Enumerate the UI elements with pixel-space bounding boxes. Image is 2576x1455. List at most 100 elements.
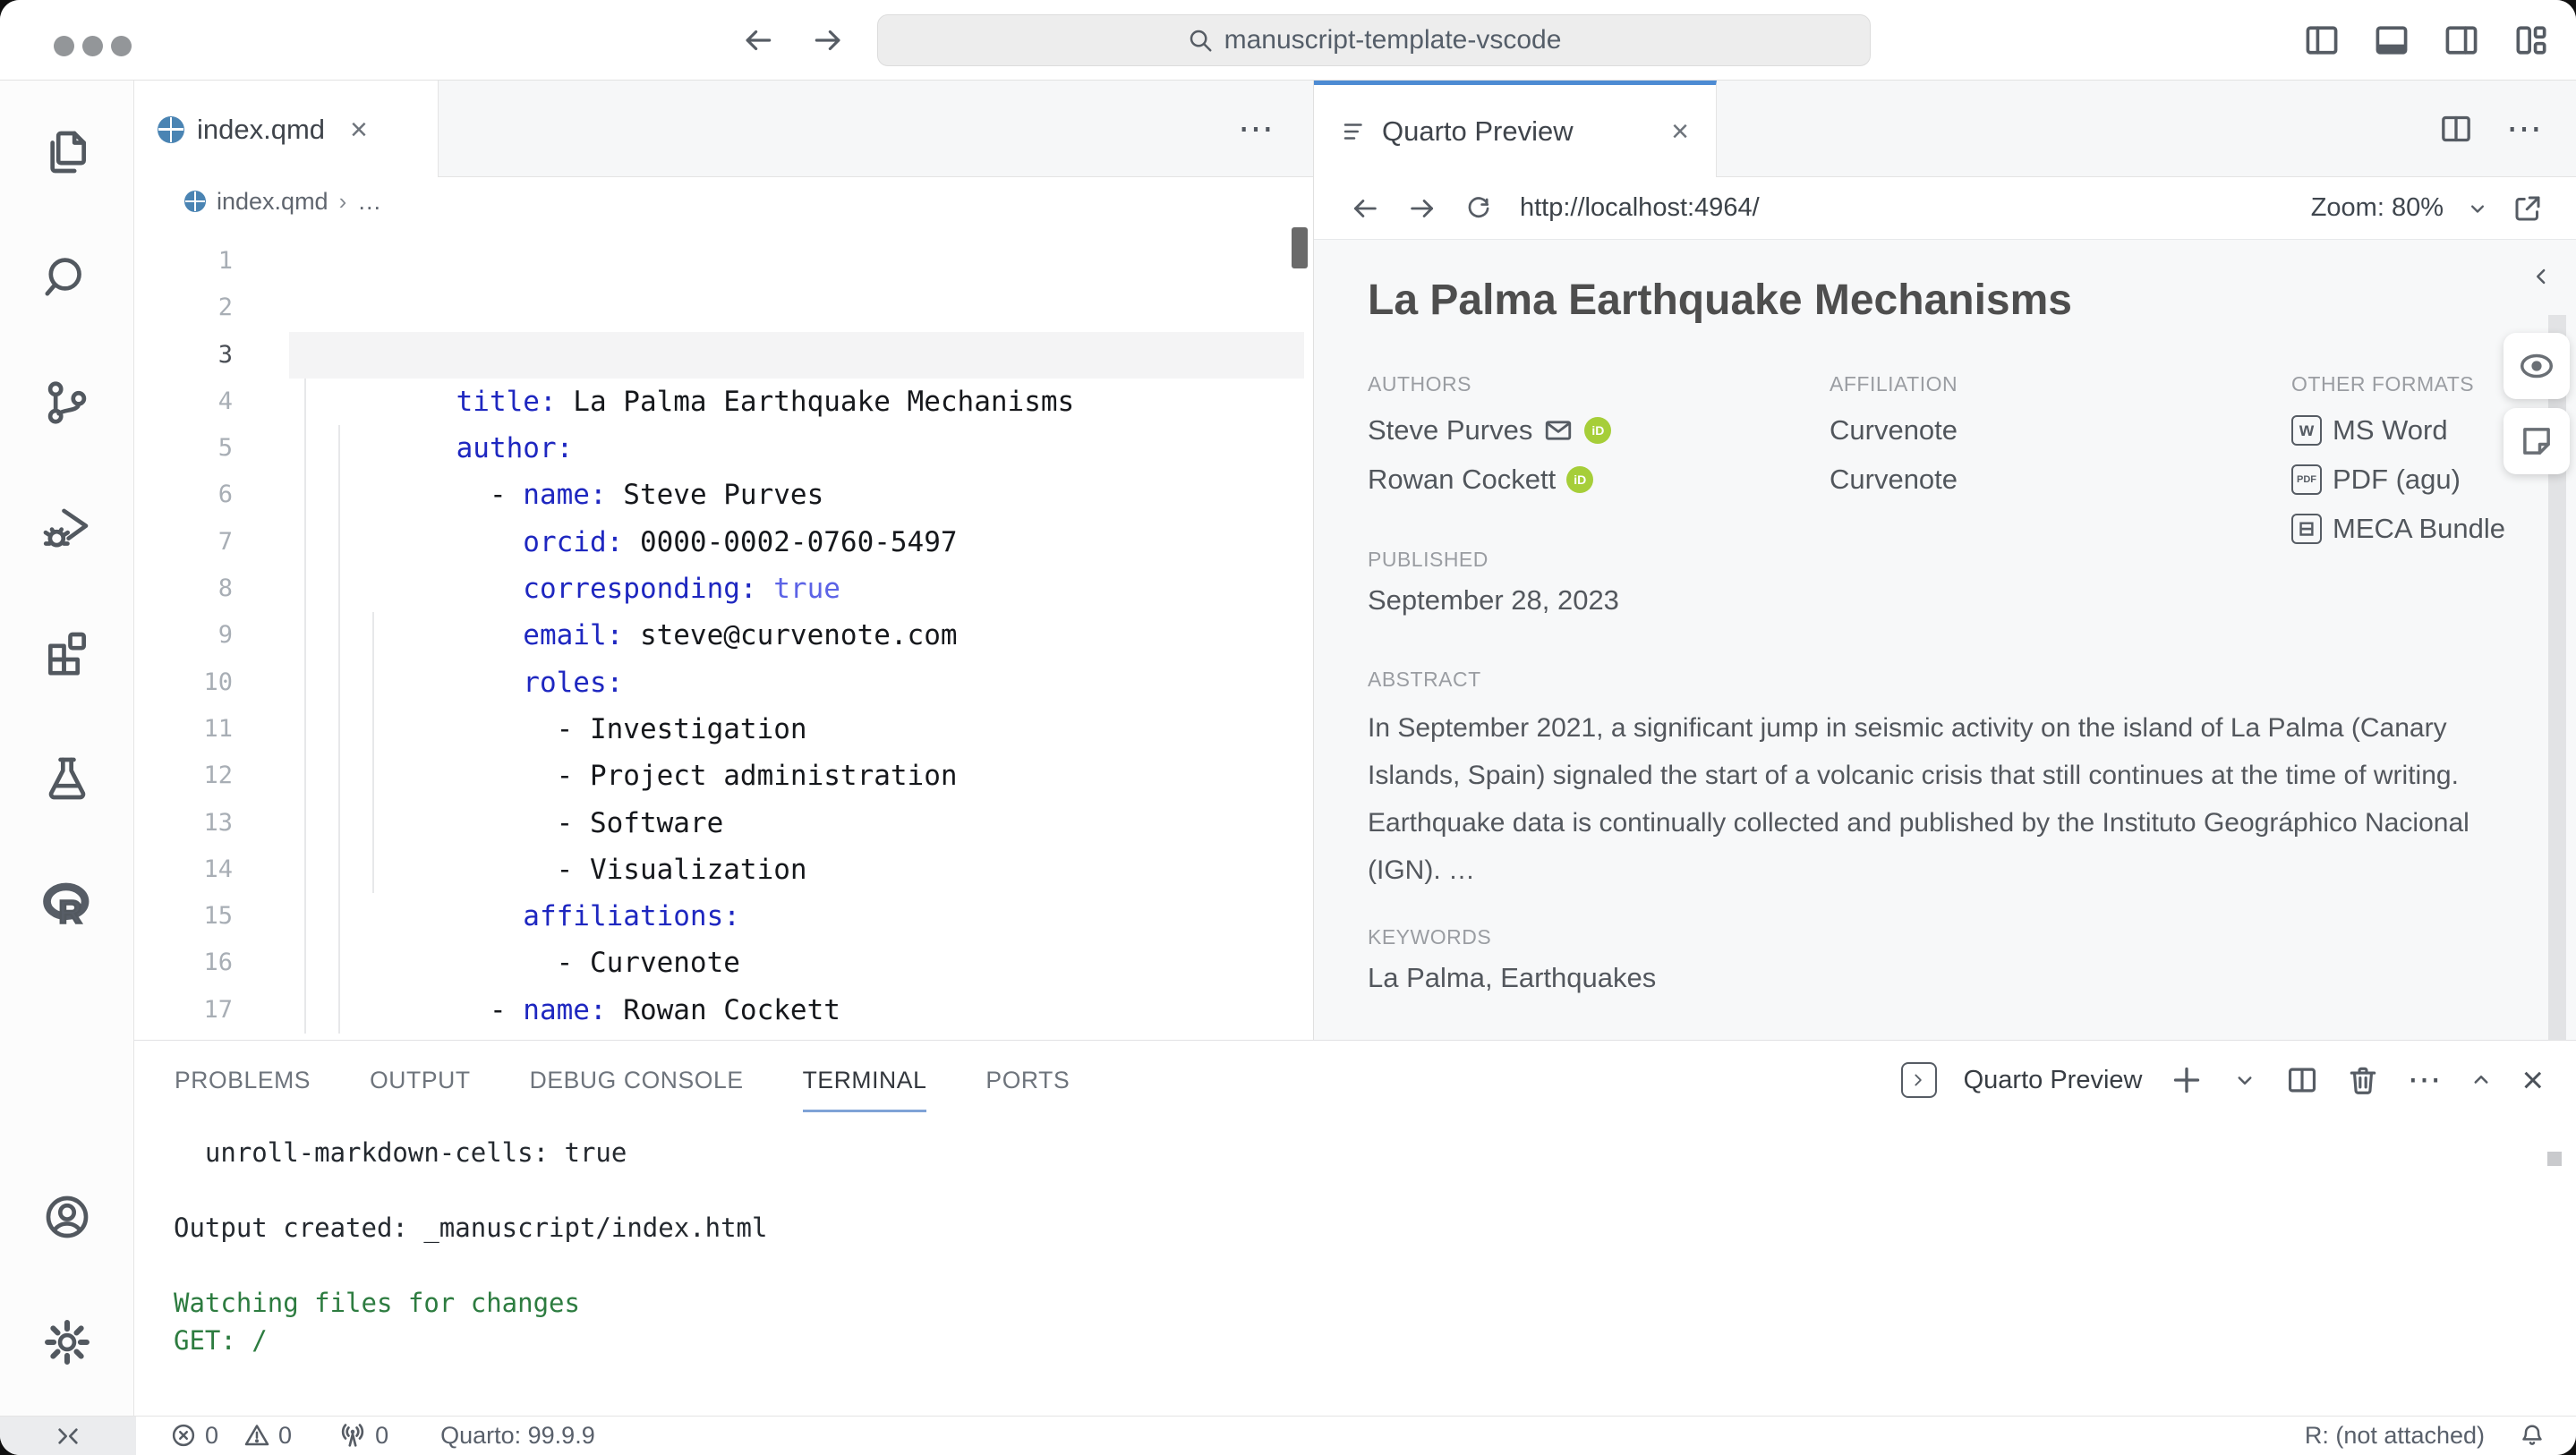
panel-tab[interactable]: PORTS bbox=[985, 1041, 1070, 1119]
open-external-icon[interactable] bbox=[2512, 192, 2544, 225]
close-window-button[interactable] bbox=[54, 36, 74, 56]
code-line[interactable]: 7 email: steve@curvenote.com bbox=[134, 519, 1313, 566]
panel-tab[interactable]: OUTPUT bbox=[370, 1041, 471, 1119]
breadcrumb-file[interactable]: index.qmd bbox=[217, 188, 328, 216]
r-session-status[interactable]: R: (not attached) bbox=[2305, 1422, 2485, 1450]
toggle-secondary-sidebar-icon[interactable] bbox=[2442, 21, 2481, 60]
history-back-button[interactable] bbox=[741, 23, 775, 57]
format-label: MS Word bbox=[2333, 414, 2448, 447]
orcid-icon[interactable]: iD bbox=[1566, 466, 1593, 493]
ports-status[interactable]: 0 bbox=[338, 1421, 388, 1450]
preview-more-actions-icon[interactable]: ⋯ bbox=[2506, 111, 2542, 147]
settings-gear-icon[interactable] bbox=[42, 1317, 92, 1367]
remote-indicator[interactable] bbox=[0, 1417, 136, 1455]
tab-index-qmd[interactable]: index.qmd × bbox=[134, 81, 439, 179]
format-row[interactable]: MECA Bundle bbox=[2291, 504, 2505, 553]
split-editor-icon[interactable] bbox=[2438, 111, 2474, 147]
code-line[interactable]: 15 - name: Rowan Cockett bbox=[134, 893, 1313, 940]
affiliation-name: Curvenote bbox=[1830, 414, 1958, 447]
format-label: MECA Bundle bbox=[2333, 513, 2505, 545]
indent-guide bbox=[372, 612, 374, 893]
toggle-panel-icon[interactable] bbox=[2372, 21, 2411, 60]
customize-layout-icon[interactable] bbox=[2512, 21, 2551, 60]
published-block: PUBLISHED September 28, 2023 bbox=[1368, 548, 1619, 617]
source-control-icon[interactable] bbox=[42, 378, 92, 428]
close-panel-icon[interactable]: × bbox=[2521, 1061, 2544, 1099]
close-tab-icon[interactable]: × bbox=[1671, 116, 1689, 147]
tab-quarto-preview[interactable]: Quarto Preview × bbox=[1314, 81, 1717, 179]
chevron-down-icon[interactable] bbox=[2231, 1067, 2258, 1093]
preview-eye-button[interactable] bbox=[2503, 333, 2570, 399]
history-forward-button[interactable] bbox=[811, 23, 845, 57]
code-line[interactable]: 6 corresponding: true bbox=[134, 472, 1313, 518]
orcid-icon[interactable]: iD bbox=[1584, 417, 1611, 444]
r-extension-icon[interactable]: R bbox=[41, 879, 93, 935]
terminal-type-icon[interactable] bbox=[1901, 1062, 1937, 1098]
breadcrumb-more[interactable]: … bbox=[357, 188, 381, 216]
email-icon[interactable] bbox=[1543, 415, 1574, 446]
quarto-version-status[interactable]: Quarto: 99.9.9 bbox=[440, 1422, 595, 1450]
code-line[interactable]: 5 orcid: 0000-0002-0760-5497 bbox=[134, 425, 1313, 472]
preview-forward-icon[interactable] bbox=[1407, 193, 1437, 224]
preview-back-icon[interactable] bbox=[1350, 193, 1380, 224]
editor-scrollbar[interactable] bbox=[1292, 227, 1308, 268]
preview-note-button[interactable] bbox=[2503, 408, 2570, 474]
code-line[interactable]: 2 title: La Palma Earthquake Mechanisms bbox=[134, 285, 1313, 331]
line-number: 3 bbox=[134, 332, 233, 379]
zoom-level[interactable]: Zoom: 80% bbox=[2311, 193, 2444, 223]
code-line[interactable]: 16 orcid: 0000-0002-7859-8394 bbox=[134, 940, 1313, 986]
preview-url[interactable]: http://localhost:4964/ bbox=[1520, 193, 1760, 223]
bottom-panel: PROBLEMS OUTPUT DEBUG CONSOLE TERMINAL P… bbox=[134, 1040, 2576, 1416]
format-row[interactable]: MS Word bbox=[2291, 405, 2505, 455]
terminal-scrollbar[interactable] bbox=[2547, 1152, 2562, 1166]
code-line[interactable]: 10 - Project administration bbox=[134, 659, 1313, 706]
terminal-session-name[interactable]: Quarto Preview bbox=[1964, 1066, 2143, 1095]
code-line[interactable]: 1 --- bbox=[134, 238, 1313, 285]
testing-icon[interactable] bbox=[42, 753, 92, 804]
maximize-panel-icon[interactable] bbox=[2468, 1067, 2495, 1093]
other-formats-column: OTHER FORMATS MS Word PDF (agu) MECA Bun… bbox=[2291, 372, 2505, 553]
format-row[interactable]: PDF (agu) bbox=[2291, 455, 2505, 504]
panel-tab[interactable]: TERMINAL bbox=[803, 1041, 927, 1119]
toggle-primary-sidebar-icon[interactable] bbox=[2302, 21, 2341, 60]
quarto-preview-panel: Quarto Preview × ⋯ http://localhost:4964… bbox=[1314, 81, 2576, 1040]
terminal-output[interactable]: unroll-markdown-cells: trueOutput create… bbox=[174, 1134, 767, 1359]
panel-more-actions-icon[interactable]: ⋯ bbox=[2407, 1063, 2441, 1097]
command-center-search[interactable]: manuscript-template-vscode bbox=[877, 14, 1871, 66]
extensions-icon[interactable] bbox=[42, 628, 92, 678]
minimize-window-button[interactable] bbox=[82, 36, 103, 56]
code-line[interactable]: 14 - Curvenote bbox=[134, 847, 1313, 893]
panel-tab-label: PROBLEMS bbox=[175, 1067, 311, 1094]
maximize-window-button[interactable] bbox=[111, 36, 132, 56]
code-line[interactable]: 12 - Visualization bbox=[134, 753, 1313, 799]
kill-terminal-trash-icon[interactable] bbox=[2346, 1063, 2380, 1097]
terminal-actions: Quarto Preview ⋯ × bbox=[1901, 1041, 2544, 1119]
status-bar: 0 0 0 Quarto: 99.9.9 R: (not attached) bbox=[0, 1416, 2576, 1455]
problems-status[interactable]: 0 0 bbox=[170, 1422, 292, 1450]
accounts-icon[interactable] bbox=[42, 1192, 92, 1242]
terminal-line: GET: / bbox=[174, 1322, 767, 1359]
code-line[interactable]: 9 - Investigation bbox=[134, 612, 1313, 659]
code-line[interactable]: 11 - Software bbox=[134, 706, 1313, 753]
search-sidebar-icon[interactable] bbox=[42, 252, 92, 302]
affiliation-name: Curvenote bbox=[1830, 464, 1958, 496]
code-line[interactable]: 4 - name: Steve Purves bbox=[134, 379, 1313, 425]
new-terminal-icon[interactable] bbox=[2169, 1062, 2205, 1098]
code-editor[interactable]: 1 --- 2 title: La Palma Earthquake Mecha… bbox=[134, 225, 1313, 1040]
split-terminal-icon[interactable] bbox=[2285, 1063, 2319, 1097]
code-line[interactable]: 17 corresponding: false bbox=[134, 987, 1313, 1034]
editor-more-actions-icon[interactable]: ⋯ bbox=[1238, 111, 1274, 147]
panel-tab[interactable]: PROBLEMS bbox=[175, 1041, 311, 1119]
chevron-left-icon[interactable] bbox=[2528, 263, 2555, 290]
code-line[interactable]: 3 author: bbox=[134, 332, 1313, 379]
notifications-bell-icon[interactable] bbox=[2519, 1422, 2546, 1449]
code-line[interactable]: 8 roles: bbox=[134, 566, 1313, 612]
run-debug-icon[interactable] bbox=[42, 503, 92, 553]
close-tab-icon[interactable]: × bbox=[350, 115, 368, 145]
code-line[interactable]: 13 affiliations: bbox=[134, 800, 1313, 847]
chevron-down-icon[interactable] bbox=[2465, 196, 2490, 221]
explorer-icon[interactable] bbox=[42, 127, 92, 177]
reload-icon[interactable] bbox=[1464, 194, 1493, 223]
panel-tab[interactable]: DEBUG CONSOLE bbox=[530, 1041, 744, 1119]
panel-tab-label: TERMINAL bbox=[803, 1067, 927, 1094]
